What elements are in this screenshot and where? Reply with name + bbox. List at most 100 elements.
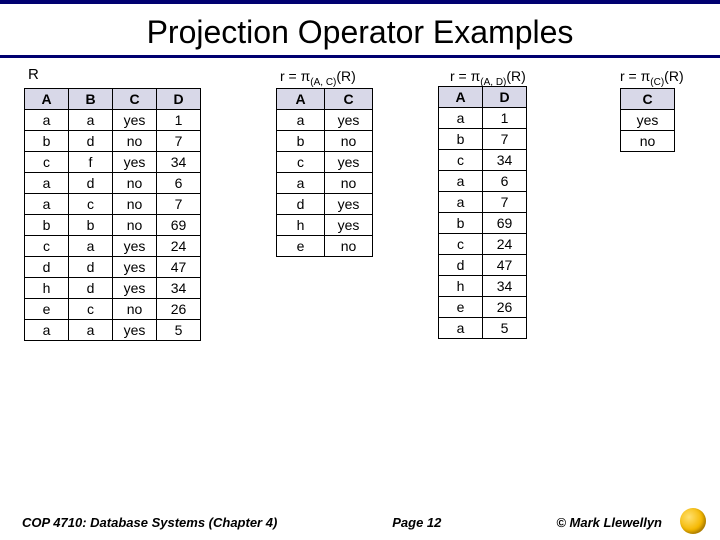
table-row: e26 xyxy=(439,297,527,318)
table-cell: 47 xyxy=(157,257,201,278)
table-cell: d xyxy=(69,257,113,278)
table-row: ano xyxy=(277,173,373,194)
table-cell: b xyxy=(277,131,325,152)
table-cell: no xyxy=(325,131,373,152)
table-cell: c xyxy=(277,152,325,173)
table-cell: h xyxy=(25,278,69,299)
table-cell: no xyxy=(325,236,373,257)
table-cell: 24 xyxy=(157,236,201,257)
table-R-body: aayes1bdno7cfyes34adno6acno7bbno69cayes2… xyxy=(25,110,201,341)
table-R: A B C D aayes1bdno7cfyes34adno6acno7bbno… xyxy=(24,88,201,341)
table-cell: a xyxy=(439,171,483,192)
table-cell: 34 xyxy=(483,276,527,297)
table-cell: d xyxy=(69,131,113,152)
table-row: hyes xyxy=(277,215,373,236)
table-row: h34 xyxy=(439,276,527,297)
table-cell: 1 xyxy=(483,108,527,129)
table-cell: 26 xyxy=(483,297,527,318)
table-cell: b xyxy=(439,213,483,234)
col-header: A xyxy=(277,89,325,110)
table-row: dyes xyxy=(277,194,373,215)
projection-AD-label: r = π(A, D)(R) xyxy=(450,68,526,88)
table-cell: 69 xyxy=(483,213,527,234)
table-cell: e xyxy=(439,297,483,318)
table-cell: a xyxy=(25,173,69,194)
table-cell: 47 xyxy=(483,255,527,276)
table-cell: h xyxy=(439,276,483,297)
table-row: ayes xyxy=(277,110,373,131)
relation-R-label: R xyxy=(28,66,39,83)
table-cell: a xyxy=(25,320,69,341)
table-row: a7 xyxy=(439,192,527,213)
table-cell: d xyxy=(25,257,69,278)
col-header: B xyxy=(69,89,113,110)
table-cell: c xyxy=(439,234,483,255)
table-cell: yes xyxy=(325,152,373,173)
table-cell: d xyxy=(439,255,483,276)
table-cell: 7 xyxy=(483,129,527,150)
table-cell: d xyxy=(277,194,325,215)
table-cell: a xyxy=(25,194,69,215)
page-title: Projection Operator Examples xyxy=(0,14,720,51)
col-header: C xyxy=(113,89,157,110)
table-cell: c xyxy=(25,152,69,173)
table-cell: yes xyxy=(113,257,157,278)
table-row: aayes5 xyxy=(25,320,201,341)
table-cell: 5 xyxy=(157,320,201,341)
table-cell: b xyxy=(25,215,69,236)
table-cell: 7 xyxy=(157,131,201,152)
col-header: A xyxy=(25,89,69,110)
table-row: a1 xyxy=(439,108,527,129)
table-row: b7 xyxy=(439,129,527,150)
table-cell: e xyxy=(277,236,325,257)
table-cell: c xyxy=(69,194,113,215)
table-C-body: yesno xyxy=(621,110,675,152)
table-cell: 6 xyxy=(483,171,527,192)
table-cell: no xyxy=(113,194,157,215)
col-header: C xyxy=(621,89,675,110)
table-AD-body: a1b7c34a6a7b69c24d47h34e26a5 xyxy=(439,108,527,339)
table-cell: e xyxy=(25,299,69,320)
table-cell: 34 xyxy=(157,278,201,299)
table-AD: A D a1b7c34a6a7b69c24d47h34e26a5 xyxy=(438,86,527,339)
table-row: adno6 xyxy=(25,173,201,194)
table-AC-body: ayesbnocyesanodyeshyeseno xyxy=(277,110,373,257)
table-row: c24 xyxy=(439,234,527,255)
table-cell: no xyxy=(113,215,157,236)
table-row: cayes24 xyxy=(25,236,201,257)
table-cell: f xyxy=(69,152,113,173)
col-header: C xyxy=(325,89,373,110)
table-cell: 6 xyxy=(157,173,201,194)
table-row: a6 xyxy=(439,171,527,192)
table-cell: no xyxy=(113,131,157,152)
table-cell: yes xyxy=(113,152,157,173)
table-cell: 69 xyxy=(157,215,201,236)
table-cell: a xyxy=(439,318,483,339)
table-row: cfyes34 xyxy=(25,152,201,173)
table-cell: yes xyxy=(621,110,675,131)
title-divider xyxy=(0,55,720,58)
table-row: no xyxy=(621,131,675,152)
table-cell: yes xyxy=(325,215,373,236)
table-cell: a xyxy=(69,320,113,341)
table-cell: a xyxy=(439,108,483,129)
table-row: aayes1 xyxy=(25,110,201,131)
table-row: a5 xyxy=(439,318,527,339)
footer-right: © Mark Llewellyn xyxy=(556,515,662,530)
table-cell: yes xyxy=(325,194,373,215)
table-row: ddyes47 xyxy=(25,257,201,278)
table-cell: yes xyxy=(325,110,373,131)
table-C: C yesno xyxy=(620,88,675,152)
table-row: cyes xyxy=(277,152,373,173)
slide-footer: COP 4710: Database Systems (Chapter 4) P… xyxy=(0,515,720,530)
footer-page: Page 12 xyxy=(277,515,556,530)
table-cell: a xyxy=(69,236,113,257)
col-header: A xyxy=(439,87,483,108)
table-cell: c xyxy=(439,150,483,171)
table-cell: 26 xyxy=(157,299,201,320)
col-header: D xyxy=(483,87,527,108)
table-row: bbno69 xyxy=(25,215,201,236)
table-cell: 1 xyxy=(157,110,201,131)
footer-left: COP 4710: Database Systems (Chapter 4) xyxy=(22,515,277,530)
table-cell: no xyxy=(113,173,157,194)
